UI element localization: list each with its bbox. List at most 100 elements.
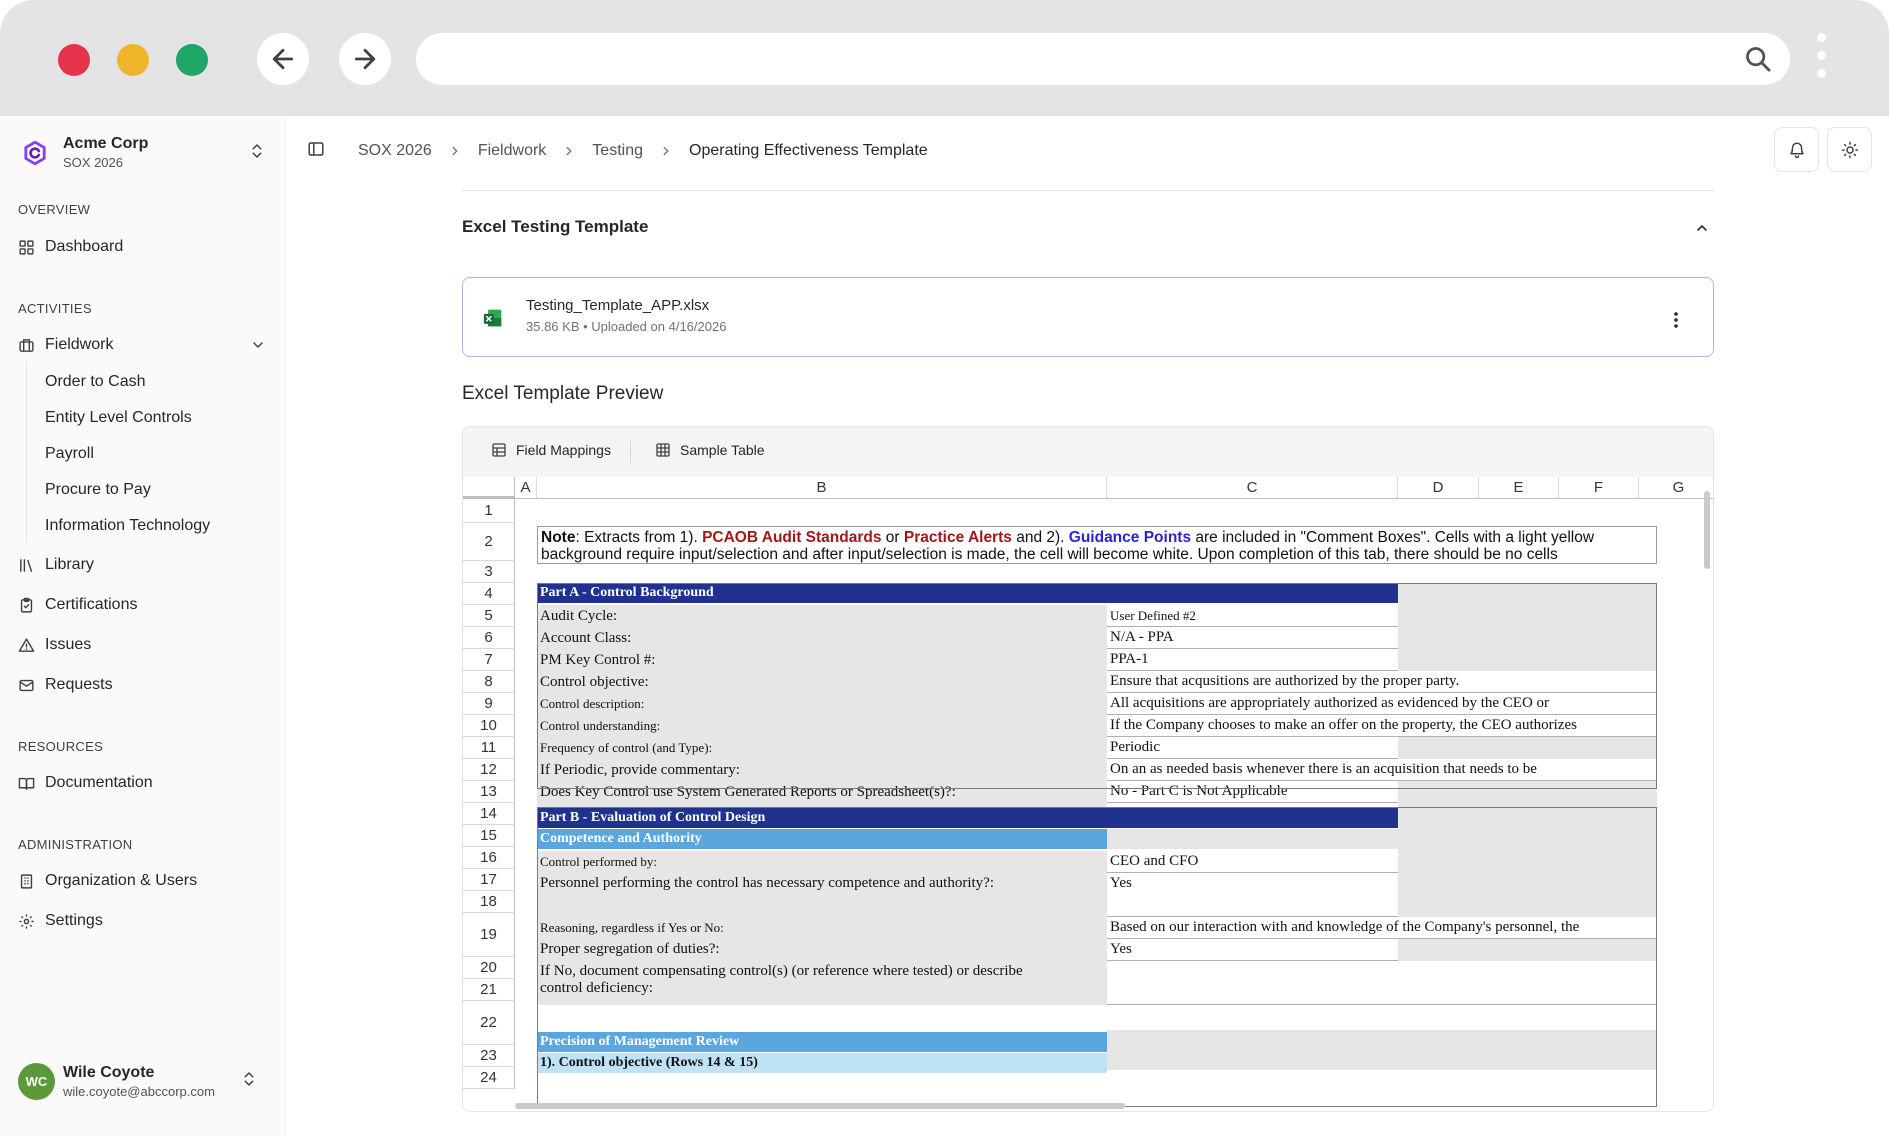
row-header[interactable]: 1 — [463, 499, 515, 523]
maximize-window-button[interactable] — [176, 44, 208, 76]
sidebar-item-organization-users[interactable]: Organization & Users — [18, 867, 197, 895]
org-switcher[interactable]: Acme Corp SOX 2026 — [22, 132, 270, 176]
row-header[interactable]: 13 — [463, 781, 515, 803]
label-cell[interactable]: Reasoning, regardless if Yes or No: — [537, 917, 1107, 939]
close-window-button[interactable] — [58, 44, 90, 76]
sidebar-item-library[interactable]: Library — [18, 551, 94, 579]
label-cell[interactable]: Control objective: — [537, 671, 1107, 693]
cell[interactable] — [1107, 829, 1398, 849]
cell[interactable] — [1398, 649, 1657, 671]
column-header[interactable]: D — [1398, 477, 1479, 499]
label-cell[interactable]: If No, document compensating control(s) … — [537, 961, 1107, 1005]
label-cell[interactable]: If Periodic, provide commentary: — [537, 759, 1107, 781]
row-header[interactable]: 18 — [463, 891, 515, 913]
row-header[interactable]: 6 — [463, 627, 515, 649]
file-card[interactable]: Testing_Template_APP.xlsx 35.86 KB • Upl… — [462, 277, 1714, 357]
value-cell[interactable]: If the Company chooses to make an offer … — [1107, 715, 1657, 737]
browser-menu-icon[interactable] — [1817, 33, 1827, 87]
row-header[interactable]: 23 — [463, 1045, 515, 1067]
column-header[interactable]: E — [1479, 477, 1559, 499]
sidebar-item-requests[interactable]: Requests — [18, 671, 113, 699]
row-header[interactable]: 2 — [463, 523, 515, 561]
part-a-header[interactable]: Part A - Control Background — [537, 583, 1398, 603]
sidebar-item-certifications[interactable]: Certifications — [18, 591, 137, 619]
row-header[interactable]: 22 — [463, 1001, 515, 1045]
note-cell[interactable]: Note: Extracts from 1). PCAOB Audit Stan… — [537, 526, 1657, 564]
sidebar-item-settings[interactable]: Settings — [18, 907, 103, 935]
row-header[interactable]: 5 — [463, 605, 515, 627]
row-header[interactable]: 16 — [463, 847, 515, 869]
cell[interactable] — [1398, 807, 1657, 851]
row-header[interactable]: 11 — [463, 737, 515, 759]
part-b-header[interactable]: Part B - Evaluation of Control Design — [537, 808, 1398, 828]
sidebar-toggle-icon[interactable] — [307, 140, 325, 158]
column-header[interactable]: F — [1559, 477, 1639, 499]
row-24-label[interactable]: 1). Control objective (Rows 14 & 15) — [537, 1053, 1107, 1073]
cell[interactable] — [1398, 873, 1657, 917]
row-header[interactable]: 3 — [463, 561, 515, 583]
row-header[interactable]: 20 — [463, 957, 515, 979]
sidebar-item-issues[interactable]: Issues — [18, 631, 91, 659]
column-header[interactable]: G — [1639, 477, 1713, 499]
value-cell[interactable]: Based on our interaction with and knowle… — [1107, 917, 1657, 939]
sidebar-subitem-entity-level-controls[interactable]: Entity Level Controls — [45, 409, 192, 427]
label-cell[interactable]: Personnel performing the control has nec… — [537, 873, 1107, 917]
value-cell[interactable] — [1107, 961, 1657, 1005]
value-cell[interactable]: PPA-1 — [1107, 649, 1398, 671]
horizontal-scrollbar[interactable] — [515, 1103, 1125, 1109]
value-cell[interactable]: User Defined #2 — [1107, 605, 1398, 627]
row-header[interactable]: 9 — [463, 693, 515, 715]
label-cell[interactable]: Does Key Control use System Generated Re… — [537, 781, 1107, 803]
label-cell[interactable]: Control description: — [537, 693, 1107, 715]
precision-header[interactable]: Precision of Management Review — [537, 1032, 1107, 1052]
label-cell[interactable]: Frequency of control (and Type): — [537, 737, 1107, 759]
vertical-scrollbar[interactable] — [1704, 491, 1710, 569]
sidebar-item-dashboard[interactable]: Dashboard — [18, 233, 123, 261]
label-cell[interactable]: PM Key Control #: — [537, 649, 1107, 671]
cell[interactable] — [1398, 939, 1657, 961]
competence-header[interactable]: Competence and Authority — [537, 829, 1107, 849]
column-header[interactable]: B — [537, 477, 1107, 499]
label-cell[interactable]: Audit Cycle: — [537, 605, 1107, 627]
row-header[interactable]: 14 — [463, 803, 515, 825]
value-cell[interactable]: CEO and CFO — [1107, 851, 1398, 873]
row-header[interactable]: 19 — [463, 913, 515, 957]
breadcrumb-item[interactable]: Testing — [592, 142, 643, 160]
forward-button[interactable] — [339, 33, 391, 85]
row-header[interactable]: 10 — [463, 715, 515, 737]
breadcrumb-item[interactable]: SOX 2026 — [358, 142, 432, 160]
sidebar-subitem-procure-to-pay[interactable]: Procure to Pay — [45, 481, 151, 499]
cell[interactable] — [1398, 583, 1657, 605]
tab-sample-table[interactable]: Sample Table — [655, 442, 765, 458]
value-cell[interactable]: All acquisitions are appropriately autho… — [1107, 693, 1657, 715]
row-header[interactable]: 24 — [463, 1067, 515, 1089]
value-cell[interactable]: N/A - PPA — [1107, 627, 1398, 649]
label-cell[interactable]: Control performed by: — [537, 851, 1107, 873]
sidebar-item-fieldwork[interactable]: Fieldwork — [18, 331, 270, 359]
breadcrumb-item[interactable]: Fieldwork — [478, 142, 546, 160]
cell[interactable] — [1107, 1030, 1657, 1070]
row-header[interactable]: 21 — [463, 979, 515, 1001]
chevron-up-icon[interactable] — [1694, 220, 1710, 236]
row-header[interactable]: 15 — [463, 825, 515, 847]
search-icon[interactable] — [1744, 45, 1772, 73]
row-header[interactable]: 4 — [463, 583, 515, 605]
value-cell[interactable]: Yes — [1107, 939, 1398, 961]
cell[interactable] — [1398, 627, 1657, 649]
value-cell[interactable]: On an as needed basis whenever there is … — [1107, 759, 1657, 781]
cell[interactable] — [1398, 781, 1657, 803]
back-button[interactable] — [257, 33, 309, 85]
value-cell[interactable]: No - Part C is Not Applicable — [1107, 781, 1398, 803]
sidebar-subitem-payroll[interactable]: Payroll — [45, 445, 94, 463]
label-cell[interactable]: Control understanding: — [537, 715, 1107, 737]
notifications-button[interactable] — [1774, 127, 1819, 172]
address-bar[interactable] — [416, 33, 1790, 85]
row-header[interactable]: 17 — [463, 869, 515, 891]
value-cell[interactable]: Ensure that acqusitions are authorized b… — [1107, 671, 1657, 693]
cell[interactable] — [1398, 737, 1657, 759]
cell[interactable] — [1398, 605, 1657, 627]
value-cell[interactable]: Yes — [1107, 873, 1398, 917]
tab-field-mappings[interactable]: Field Mappings — [491, 442, 611, 458]
cell[interactable] — [1398, 851, 1657, 873]
spreadsheet[interactable]: A B C D E F G 1 2 3 4 5 6 7 8 9 10 11 12 — [463, 477, 1713, 1111]
